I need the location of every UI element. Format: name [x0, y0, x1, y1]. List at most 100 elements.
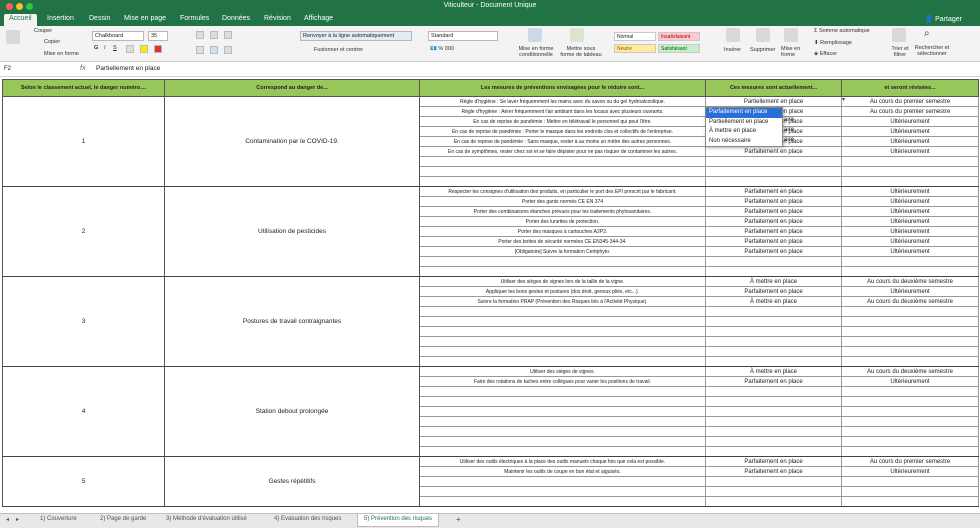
measure-cell[interactable]: En cas de reprise de pandémie : Mettre e…	[419, 116, 706, 127]
status-cell[interactable]	[705, 406, 842, 417]
align-right-icon[interactable]	[224, 46, 232, 54]
dropdown-arrow-icon[interactable]: ▾	[842, 96, 845, 103]
sheet-tab-page-de-garde[interactable]: 2) Page de garde	[100, 516, 146, 522]
status-cell[interactable]	[705, 416, 842, 427]
conditional-format-icon[interactable]	[528, 28, 542, 42]
sheet-nav-prev-icon[interactable]: ◂	[6, 516, 9, 523]
revision-cell[interactable]: Ultérieurement	[841, 466, 979, 477]
measure-cell[interactable]: Règle d'hygiène : Se laver fréquemment l…	[419, 96, 706, 107]
underline-button[interactable]: S	[113, 45, 117, 51]
dropdown-option[interactable]: Parfaitement en place	[706, 108, 782, 118]
revision-cell[interactable]: Ultérieurement	[841, 216, 979, 227]
measure-cell[interactable]: Porter des combinaisons étanches prévues…	[419, 206, 706, 217]
revision-cell[interactable]: Ultérieurement	[841, 226, 979, 237]
measure-cell[interactable]: Règle d'hygiène : Aérer fréquemment l'ai…	[419, 106, 706, 117]
fx-icon[interactable]: fx	[80, 65, 85, 72]
revision-cell[interactable]	[841, 416, 979, 427]
sheet-tab-couverture[interactable]: 1) Couverture	[40, 516, 77, 522]
revision-cell[interactable]	[841, 356, 979, 367]
revision-cell[interactable]	[841, 326, 979, 337]
measure-cell[interactable]	[419, 266, 706, 277]
font-name-select[interactable]: Chalkboard	[92, 31, 144, 41]
measure-cell[interactable]	[419, 356, 706, 367]
measure-cell[interactable]: Suivre la formation PRAP (Prévention des…	[419, 296, 706, 307]
status-cell[interactable]: Parfaitement en place	[705, 196, 842, 207]
copy-button[interactable]: Copier	[44, 39, 60, 45]
status-cell[interactable]	[705, 426, 842, 437]
insert-cells-button[interactable]: Insérer	[724, 47, 741, 53]
align-middle-icon[interactable]	[210, 31, 218, 39]
revision-cell[interactable]: Ultérieurement	[841, 286, 979, 297]
danger-name-cell[interactable]: Gestes répétitifs	[164, 456, 420, 507]
header-status[interactable]: Ces mesures sont actuellement...	[705, 79, 842, 97]
status-cell[interactable]	[705, 316, 842, 327]
measure-cell[interactable]	[419, 256, 706, 267]
revision-cell[interactable]	[841, 346, 979, 357]
danger-number-cell[interactable]: 2	[2, 186, 165, 277]
borders-icon[interactable]	[126, 45, 134, 53]
danger-name-cell[interactable]: Station debout prolongée	[164, 366, 420, 457]
danger-number-cell[interactable]: 5	[2, 456, 165, 507]
measure-cell[interactable]	[419, 316, 706, 327]
measure-cell[interactable]: Utiliser des sièges de vignes lors de la…	[419, 276, 706, 287]
fill-button[interactable]: ⬇ Remplissage	[814, 40, 852, 46]
status-cell[interactable]	[705, 166, 842, 177]
revision-cell[interactable]: Ultérieurement	[841, 196, 979, 207]
revision-cell[interactable]: Au cours du deuxième semestre	[841, 276, 979, 287]
status-cell[interactable]: Parfaitement en place	[705, 246, 842, 257]
status-cell[interactable]: Parfaitement en place	[705, 376, 842, 387]
sheet-tab-prevention[interactable]: 5) Prévention des risques	[357, 514, 440, 527]
status-cell[interactable]	[705, 486, 842, 497]
tab-accueil[interactable]: Accueil	[4, 14, 37, 26]
name-box[interactable]: F2	[2, 65, 62, 75]
font-size-select[interactable]: 35	[148, 31, 168, 41]
measure-cell[interactable]: Respecter les consignes d'utilisation de…	[419, 186, 706, 197]
status-dropdown-list[interactable]: Parfaitement en place Partiellement en p…	[705, 107, 783, 147]
revision-cell[interactable]: Ultérieurement	[841, 116, 979, 127]
measure-cell[interactable]	[419, 336, 706, 347]
tab-donnees[interactable]: Données	[222, 15, 250, 22]
conditional-format-button[interactable]: Mise en forme conditionnelle	[516, 46, 556, 58]
header-danger[interactable]: Correspond au danger de...	[164, 79, 420, 97]
merge-center-button[interactable]: Fusionner et centrer	[314, 47, 363, 53]
paste-icon[interactable]	[6, 30, 20, 44]
measure-cell[interactable]: Faire des rotations de taches entre coll…	[419, 376, 706, 387]
bold-button[interactable]: G	[94, 45, 98, 51]
revision-cell[interactable]	[841, 306, 979, 317]
danger-name-cell[interactable]: Postures de travail contraignantes	[164, 276, 420, 367]
measure-cell[interactable]: Porter des bottes de sécurité normées CE…	[419, 236, 706, 247]
measure-cell[interactable]	[419, 436, 706, 447]
status-cell[interactable]	[705, 266, 842, 277]
measure-cell[interactable]: Porter des masques à cartouches A2P2.	[419, 226, 706, 237]
status-cell[interactable]	[705, 326, 842, 337]
align-top-icon[interactable]	[196, 31, 204, 39]
revision-cell[interactable]: Ultérieurement	[841, 206, 979, 217]
revision-cell[interactable]	[841, 446, 979, 457]
status-cell[interactable]: À mettre en place	[705, 296, 842, 307]
status-cell[interactable]: Parfaitement en place	[705, 456, 842, 467]
measure-cell[interactable]	[419, 476, 706, 487]
measure-cell[interactable]: [Obligatoire] Suivre la formation Certip…	[419, 246, 706, 257]
danger-name-cell[interactable]: Utilisation de pesticides	[164, 186, 420, 277]
revision-cell[interactable]: Au cours du deuxième semestre	[841, 296, 979, 307]
danger-number-cell[interactable]: 1	[2, 96, 165, 187]
revision-cell[interactable]	[841, 156, 979, 167]
sheet-tab-methode[interactable]: 3) Méthode d'évaluation utilisé	[166, 516, 247, 522]
status-cell[interactable]	[705, 256, 842, 267]
status-cell[interactable]	[705, 356, 842, 367]
measure-cell[interactable]	[419, 446, 706, 457]
style-neutre[interactable]: Neutre	[614, 44, 656, 53]
revision-cell[interactable]	[841, 496, 979, 507]
style-satisfaisant[interactable]: Satisfaisant	[658, 44, 700, 53]
measure-cell[interactable]: En cas de symptômes, rester chez soi et …	[419, 146, 706, 157]
status-cell[interactable]: À mettre en place	[705, 366, 842, 377]
revision-cell[interactable]: Au cours du premier semestre	[841, 96, 979, 107]
magnifier-icon[interactable]: ⌕	[924, 28, 930, 39]
format-cells-button[interactable]: Mise en forme	[781, 46, 805, 58]
revision-cell[interactable]: Ultérieurement	[841, 126, 979, 137]
number-format-select[interactable]: Standard	[428, 31, 498, 41]
measure-cell[interactable]	[419, 156, 706, 167]
revision-cell[interactable]	[841, 256, 979, 267]
status-cell[interactable]	[705, 476, 842, 487]
measure-cell[interactable]: Porter des gants normés CE EN 374	[419, 196, 706, 207]
